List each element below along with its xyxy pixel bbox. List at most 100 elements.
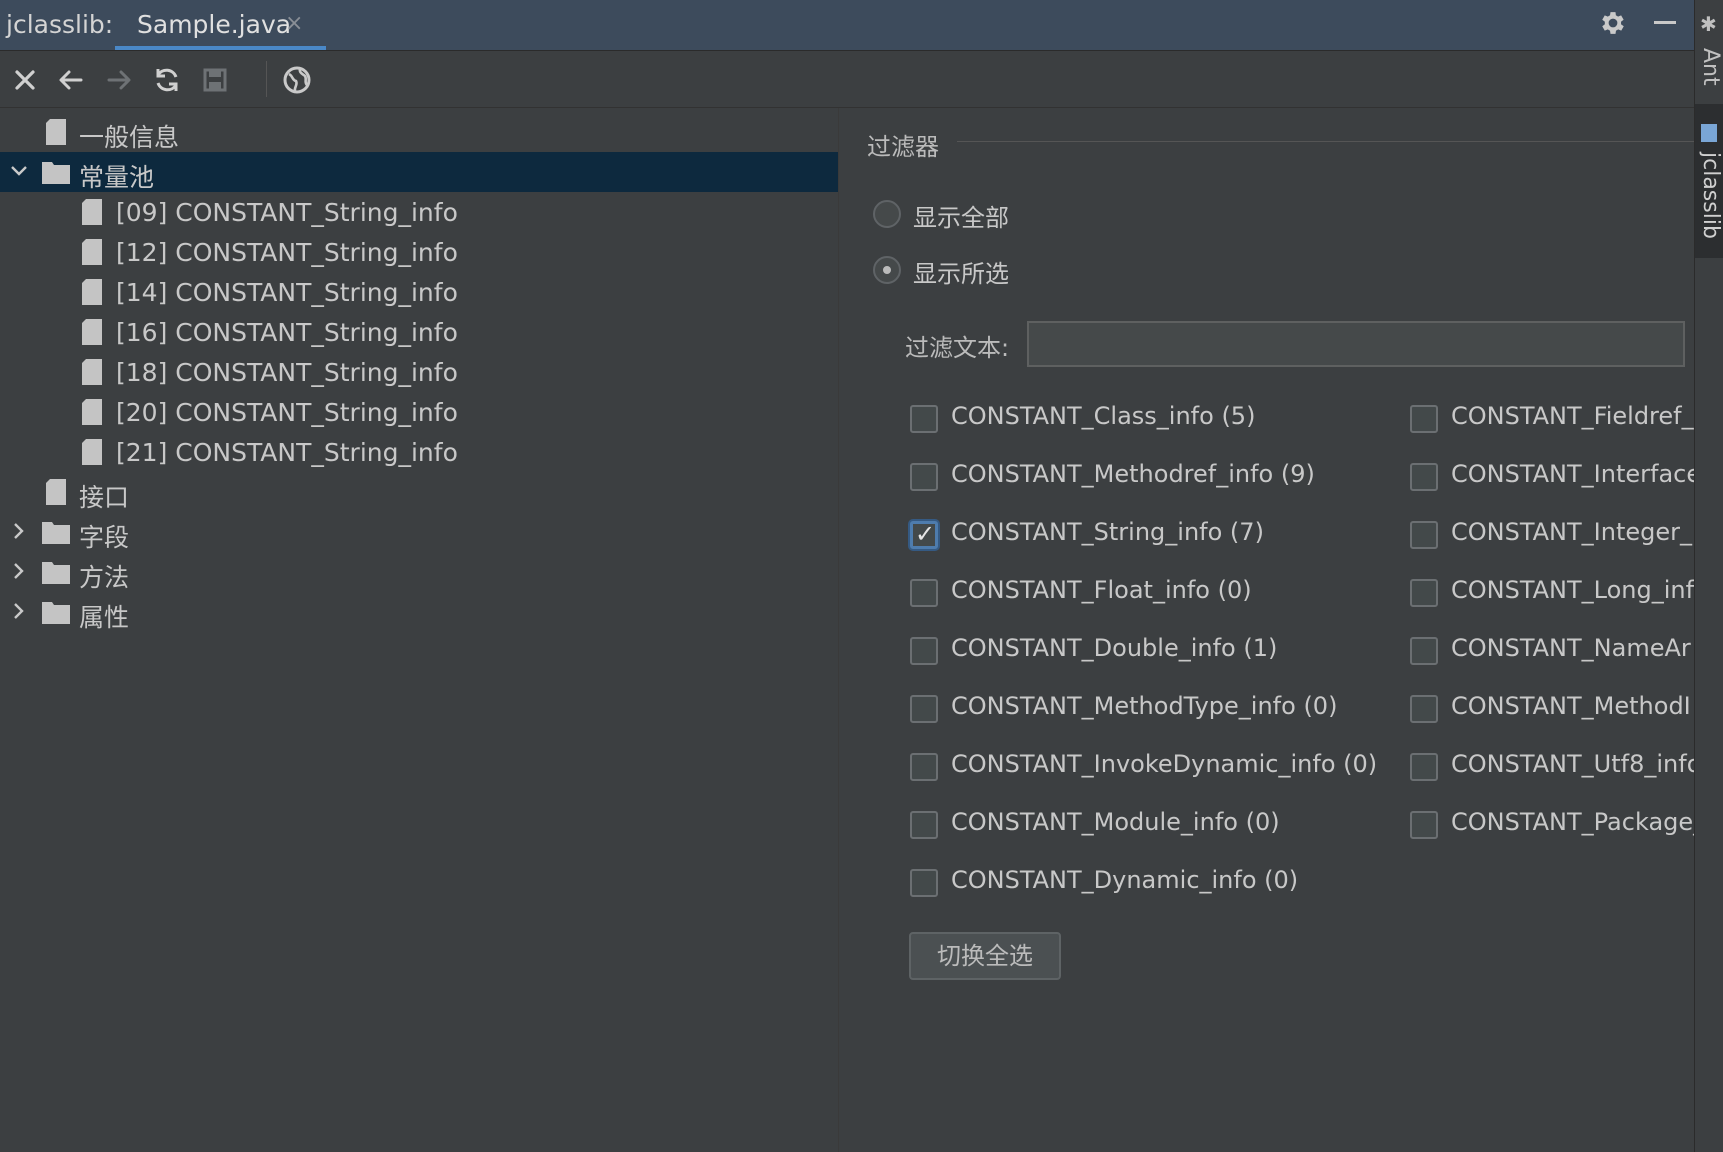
file-icon [82, 359, 102, 385]
tree-item-string-21[interactable]: [21] CONSTANT_String_info [0, 432, 838, 472]
toolbar [0, 51, 1694, 108]
chevron-right-icon[interactable] [8, 600, 30, 622]
settings-gear-icon[interactable] [1598, 8, 1628, 38]
checkbox-label[interactable]: CONSTANT_MethodI [1451, 692, 1691, 720]
checkbox-label[interactable]: CONSTANT_Double_info (1) [951, 634, 1277, 662]
group-separator [957, 141, 1694, 142]
refresh-icon[interactable] [150, 63, 184, 97]
checkbox-invokedynamic-info[interactable] [910, 753, 938, 781]
forward-arrow-icon[interactable] [102, 63, 136, 97]
checkbox-methodtype-info[interactable] [910, 695, 938, 723]
tree-item-label: [09] CONSTANT_String_info [116, 198, 458, 227]
tree-item-label: 属性 [79, 603, 130, 632]
tree-item-label: [16] CONSTANT_String_info [116, 318, 458, 347]
checkbox-label[interactable]: CONSTANT_Class_info (5) [951, 402, 1255, 430]
checkbox-class-info[interactable] [910, 405, 938, 433]
checkbox-package-info[interactable] [1410, 811, 1438, 839]
checkbox-nameandtype-info[interactable] [1410, 637, 1438, 665]
checkbox-label[interactable]: CONSTANT_Package_ [1451, 808, 1694, 836]
checkbox-dynamic-info[interactable] [910, 869, 938, 897]
checkbox-fieldref-info[interactable] [1410, 405, 1438, 433]
tree-item-methods[interactable]: 方法 [0, 552, 838, 592]
tree-item-string-18[interactable]: [18] CONSTANT_String_info [0, 352, 838, 392]
check-mark-icon: ✓ [915, 520, 936, 548]
filter-text-label: 过滤文本: [905, 334, 1010, 362]
tree-item-string-12[interactable]: [12] CONSTANT_String_info [0, 232, 838, 272]
file-icon [82, 439, 102, 465]
checkbox-module-info[interactable] [910, 811, 938, 839]
file-icon [82, 279, 102, 305]
tab-close-icon[interactable]: × [285, 11, 303, 36]
close-icon[interactable] [8, 63, 42, 97]
jclasslib-icon [1701, 124, 1717, 142]
folder-icon [42, 562, 70, 584]
file-icon [82, 199, 102, 225]
jclasslib-label: jclasslib [1698, 152, 1723, 239]
filter-text-input[interactable] [1027, 321, 1685, 367]
tree-item-interfaces[interactable]: 接口 [0, 472, 838, 512]
checkbox-label[interactable]: CONSTANT_Float_info (0) [951, 576, 1252, 604]
toolbar-separator [266, 61, 267, 97]
checkbox-label[interactable]: CONSTANT_NameAr [1451, 634, 1691, 662]
tree-item-general-info[interactable]: 一般信息 [0, 112, 838, 152]
tree-item-string-09[interactable]: [09] CONSTANT_String_info [0, 192, 838, 232]
title-bar: jclasslib: Sample.java × [0, 0, 1694, 51]
checkbox-label[interactable]: CONSTANT_Utf8_info [1451, 750, 1694, 778]
tree-item-string-20[interactable]: [20] CONSTANT_String_info [0, 392, 838, 432]
chevron-down-icon[interactable] [8, 160, 30, 182]
tab-label: Sample.java [137, 10, 292, 39]
tree-item-label: [20] CONSTANT_String_info [116, 398, 458, 427]
checkbox-label[interactable]: CONSTANT_InvokeDynamic_info (0) [951, 750, 1377, 778]
ant-tool-button[interactable]: ✱ Ant [1695, 0, 1723, 96]
checkbox-label[interactable]: CONSTANT_Interface [1451, 460, 1694, 488]
checkbox-label[interactable]: CONSTANT_Module_info (0) [951, 808, 1280, 836]
tree-item-fields[interactable]: 字段 [0, 512, 838, 552]
radio-show-selected[interactable] [873, 256, 901, 284]
checkbox-utf8-info[interactable] [1410, 753, 1438, 781]
tree-item-label: 方法 [79, 563, 130, 592]
checkbox-label[interactable]: CONSTANT_Integer_ [1451, 518, 1692, 546]
checkbox-methodhandle-info[interactable] [1410, 695, 1438, 723]
checkbox-label[interactable]: CONSTANT_String_info (7) [951, 518, 1264, 546]
filter-group-title: 过滤器 [867, 133, 939, 161]
tree-item-attributes[interactable]: 属性 [0, 592, 838, 632]
file-icon [46, 119, 66, 145]
checkbox-long-info[interactable] [1410, 579, 1438, 607]
checkbox-label[interactable]: CONSTANT_MethodType_info (0) [951, 692, 1337, 720]
checkbox-label[interactable]: CONSTANT_Long_inf [1451, 576, 1694, 604]
back-arrow-icon[interactable] [54, 63, 88, 97]
minimize-icon[interactable] [1654, 21, 1676, 24]
tree-item-string-14[interactable]: [14] CONSTANT_String_info [0, 272, 838, 312]
tab-sample-java[interactable]: Sample.java × [115, 0, 326, 50]
tree-item-string-16[interactable]: [16] CONSTANT_String_info [0, 312, 838, 352]
tree-item-label: [14] CONSTANT_String_info [116, 278, 458, 307]
checkbox-methodref-info[interactable] [910, 463, 938, 491]
checkbox-label[interactable]: CONSTANT_Dynamic_info (0) [951, 866, 1298, 894]
globe-icon[interactable] [280, 63, 314, 97]
right-tool-strip: ✱ Ant jclasslib [1694, 0, 1723, 1152]
checkbox-double-info[interactable] [910, 637, 938, 665]
jclasslib-tool-button[interactable]: jclasslib [1695, 104, 1723, 258]
folder-icon [42, 602, 70, 624]
chevron-right-icon[interactable] [8, 520, 30, 542]
checkbox-string-info[interactable]: ✓ [910, 520, 938, 549]
tab-active-indicator [115, 46, 326, 50]
tree-item-label: [18] CONSTANT_String_info [116, 358, 458, 387]
ant-label: Ant [1698, 48, 1723, 86]
radio-show-all-label[interactable]: 显示全部 [913, 198, 1009, 233]
checkbox-float-info[interactable] [910, 579, 938, 607]
file-icon [46, 479, 66, 505]
tree-item-constant-pool[interactable]: 常量池 [0, 152, 838, 192]
chevron-right-icon[interactable] [8, 560, 30, 582]
checkbox-label[interactable]: CONSTANT_Methodref_info (9) [951, 460, 1315, 488]
save-icon[interactable] [198, 63, 232, 97]
checkbox-interface-methodref-info[interactable] [1410, 463, 1438, 491]
radio-show-selected-label[interactable]: 显示所选 [913, 254, 1009, 289]
file-icon [82, 399, 102, 425]
checkbox-integer-info[interactable] [1410, 521, 1438, 549]
toggle-select-all-button[interactable]: 切换全选 [909, 932, 1061, 980]
tree-item-label: [21] CONSTANT_String_info [116, 438, 458, 467]
radio-show-all[interactable] [873, 200, 901, 228]
checkbox-label[interactable]: CONSTANT_Fieldref_ [1451, 402, 1694, 430]
app-title: jclasslib: [6, 10, 114, 39]
